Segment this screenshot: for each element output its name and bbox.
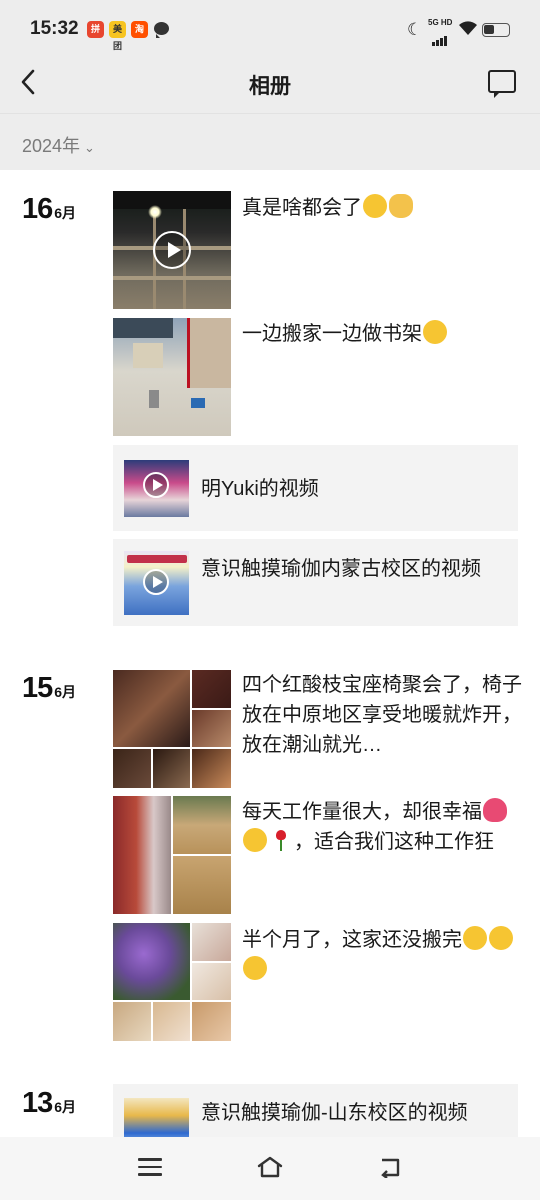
play-icon	[143, 472, 169, 498]
system-nav-bar	[0, 1137, 540, 1200]
shared-video-card[interactable]: 明Yuki的视频	[113, 445, 518, 531]
grin-emoji-icon	[363, 194, 387, 218]
menu-icon[interactable]	[138, 1158, 162, 1176]
video-title: 意识触摸瑜伽-山东校区的视频	[201, 1102, 468, 1124]
year-dropdown[interactable]: 2024年 ⌄	[22, 132, 95, 158]
video-title: 明Yuki的视频	[201, 478, 319, 500]
taobao-app-icon: 淘	[131, 21, 148, 38]
photo-grid-thumbnail[interactable]	[113, 796, 231, 914]
sleepy-emoji-icon	[423, 320, 447, 344]
battery-icon	[482, 23, 510, 37]
grin-emoji-icon	[243, 828, 267, 852]
shared-video-card[interactable]: 意识触摸瑜伽-山东校区的视频	[113, 1084, 518, 1137]
video-title: 意识触摸瑜伽内蒙古校区的视频	[201, 558, 481, 580]
video-thumbnail	[124, 460, 189, 517]
video-thumbnail[interactable]	[113, 191, 231, 309]
page-title: 相册	[249, 75, 291, 98]
post-caption[interactable]: 每天工作量很大，却很幸福，适合我们这种工作狂	[242, 797, 522, 857]
meituan-app-icon: 美团	[109, 21, 126, 51]
date-label: 13 6月	[22, 1087, 77, 1119]
status-time: 15:32	[30, 18, 79, 39]
play-icon	[153, 231, 191, 269]
status-bar: 15:32 拼 美团 淘 ☾ 5G HD	[0, 0, 540, 58]
post-caption[interactable]: 一边搬家一边做书架	[242, 319, 522, 349]
wifi-icon	[458, 20, 478, 41]
messages-icon[interactable]	[488, 70, 516, 98]
year-filter-bar: 2024年 ⌄	[0, 113, 540, 170]
signal-icon	[432, 28, 448, 46]
video-thumbnail	[124, 1098, 189, 1137]
sleepy-emoji-icon	[463, 926, 487, 950]
network-type-label: 5G HD	[428, 18, 453, 27]
post-caption[interactable]: 半个月了，这家还没搬完	[242, 925, 522, 985]
do-not-disturb-icon: ☾	[407, 20, 423, 39]
sleepy-emoji-icon	[489, 926, 513, 950]
date-label: 16 6月	[22, 193, 77, 225]
rose-emoji-icon	[269, 828, 293, 852]
message-notification-icon	[154, 22, 169, 38]
back-nav-icon[interactable]	[378, 1156, 402, 1179]
post-caption[interactable]: 真是啥都会了	[242, 193, 522, 223]
date-label: 15 6月	[22, 672, 77, 704]
sweat-emoji-icon	[243, 956, 267, 980]
video-thumbnail	[124, 551, 189, 615]
play-icon	[143, 569, 169, 595]
post-caption[interactable]: 四个红酸枝宝座椅聚会了，椅子放在中原地区享受地暖就炸开，放在潮汕就光…	[242, 670, 522, 764]
chevron-down-icon: ⌄	[84, 140, 95, 155]
home-icon[interactable]	[256, 1155, 284, 1179]
pinduoduo-app-icon: 拼	[87, 21, 104, 38]
shared-video-card[interactable]: 意识触摸瑜伽内蒙古校区的视频	[113, 539, 518, 626]
photo-grid-thumbnail[interactable]	[113, 923, 231, 1041]
photo-grid-thumbnail[interactable]	[113, 670, 231, 788]
photo-thumbnail[interactable]	[113, 318, 231, 436]
ok-hand-emoji-icon	[389, 194, 413, 218]
top-bar: 相册	[0, 58, 540, 113]
year-label: 2024年	[22, 136, 81, 156]
heart-emoji-icon	[483, 798, 507, 822]
